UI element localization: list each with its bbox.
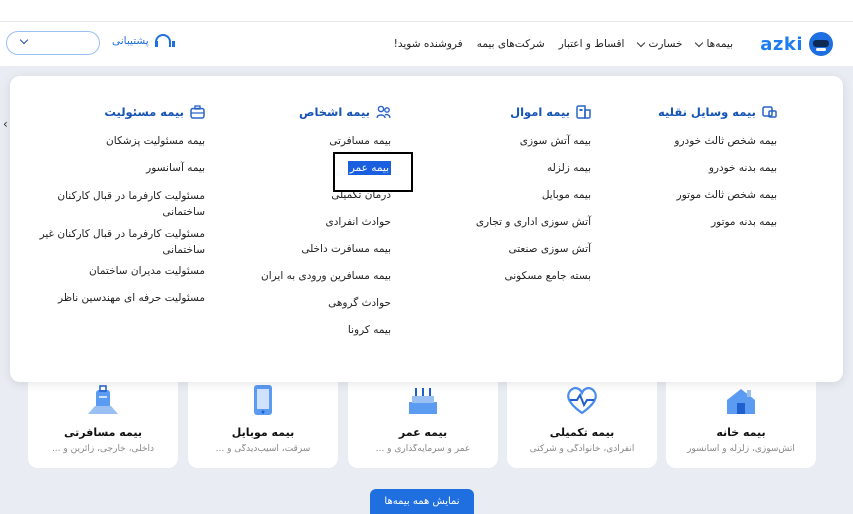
house-icon [727, 389, 755, 414]
menu-item[interactable]: آتش سوزی صنعتی [416, 242, 591, 256]
menu-item[interactable]: مسئولیت کارفرما در قبال کارکنان ساختمانی [35, 188, 205, 220]
cake-icon [409, 388, 437, 414]
nav-claims-label: خسارت [648, 38, 683, 50]
logo-text: azki [760, 33, 803, 55]
menu-column-vehicle: بیمه وسایل نقلیه بیمه شخص ثالث خودرو بیم… [607, 76, 777, 242]
menu-item[interactable]: بیمه مسئولیت پزشکان [35, 134, 205, 148]
nav-companies-label: شرکت‌های بیمه [476, 38, 545, 50]
vehicle-icon [762, 106, 777, 118]
menu-column-property: بیمه اموال بیمه آتش سوزی بیمه زلزله بیمه… [416, 76, 591, 296]
briefcase-icon [190, 105, 205, 119]
card-title: بیمه عمر [398, 426, 448, 439]
menu-item[interactable]: مسئولیت کارفرما در قبال کارکنان غیر ساخت… [35, 226, 205, 258]
headset-icon [154, 34, 175, 48]
menu-column-persons: بیمه اشخاص بیمه مسافرتی بیمه عمر درمان ت… [191, 76, 391, 350]
menu-column-title-text: بیمه مسئولیت [104, 105, 184, 119]
card-subtitle: داخلی، خارجی، زائرین و ... [51, 444, 155, 454]
menu-column-title[interactable]: بیمه اموال [416, 102, 591, 122]
card-title: بیمه مسافرتی [64, 426, 142, 439]
nav-installments[interactable]: اقساط و اعتبار [559, 38, 625, 50]
menu-item[interactable]: بیمه آسانسور [35, 161, 205, 175]
mobile-icon [254, 385, 272, 415]
nav-installments-label: اقساط و اعتبار [558, 38, 625, 50]
menu-column-title-text: بیمه اموال [510, 105, 570, 119]
nav-insurances[interactable]: بیمه‌ها [695, 38, 733, 50]
menu-item[interactable]: بیمه مسافرین ورودی به ایران [191, 269, 391, 283]
building-icon [576, 105, 591, 119]
card-subtitle: انفرادی، خانوادگی و شرکتی [529, 444, 635, 454]
main-nav: بیمه‌ها خسارت اقساط و اعتبار شرکت‌های بی… [394, 22, 733, 66]
nav-become-seller-label: فروشنده شوید! [393, 38, 463, 50]
menu-column-title[interactable]: بیمه مسئولیت [35, 102, 205, 122]
card-subtitle: سرقت، آسیب‌دیدگی و ... [215, 444, 311, 454]
menu-item[interactable]: مسئولیت حرفه ای مهندسین ناظر [35, 291, 205, 305]
chevron-down-icon [19, 35, 29, 45]
card-life[interactable]: بیمه عمر عمر و سرمایه‌گذاری و ... [348, 382, 498, 468]
show-all-button[interactable]: نمایش همه بیمه‌ها [370, 489, 474, 514]
menu-item[interactable]: بیمه مسافرتی [191, 134, 391, 148]
menu-column-liability: بیمه مسئولیت بیمه مسئولیت پزشکان بیمه آس… [35, 76, 205, 318]
menu-item[interactable]: بیمه موبایل [416, 188, 591, 202]
azki-logo[interactable]: azki [760, 31, 833, 57]
menu-item[interactable]: بیمه آتش سوزی [416, 134, 591, 148]
menu-column-title-text: بیمه وسایل نقلیه [657, 105, 756, 119]
suitcase-icon [88, 385, 118, 414]
menu-item[interactable]: آتش سوزی اداری و تجاری [416, 215, 591, 229]
card-subtitle: آتش‌سوزی، زلزله و آسانسور [687, 444, 795, 454]
menu-list: بیمه شخص ثالث خودرو بیمه بدنه خودرو بیمه… [607, 134, 777, 229]
menu-item[interactable]: بیمه زلزله [416, 161, 591, 175]
card-title: بیمه خانه [716, 426, 766, 439]
menu-list: بیمه مسئولیت پزشکان بیمه آسانسور مسئولیت… [35, 134, 205, 305]
card-title: بیمه تکمیلی [549, 426, 615, 439]
heart-pulse-icon [567, 387, 597, 415]
chevron-down-icon [695, 38, 704, 47]
nav-claims[interactable]: خسارت [637, 38, 683, 50]
menu-item[interactable]: مسئولیت مدیران ساختمان [35, 264, 205, 278]
menu-column-title-text: بیمه اشخاص [298, 105, 370, 119]
menu-column-title[interactable]: بیمه اشخاص [191, 102, 391, 122]
card-mobile[interactable]: بیمه موبایل سرقت، آسیب‌دیدگی و ... [188, 382, 338, 468]
menu-item[interactable]: بیمه کرونا [191, 323, 391, 337]
card-supplementary[interactable]: بیمه تکمیلی انفرادی، خانوادگی و شرکتی [507, 382, 657, 468]
selection-outline [333, 152, 413, 192]
card-travel[interactable]: بیمه مسافرتی داخلی، خارجی، زائرین و ... [28, 382, 178, 468]
menu-item[interactable]: حوادث انفرادی [191, 215, 392, 229]
menu-item[interactable]: بیمه مسافرت داخلی [191, 242, 391, 256]
insurance-cards: بیمه خانه آتش‌سوزی، زلزله و آسانسور بیمه… [28, 382, 818, 470]
nav-companies[interactable]: شرکت‌های بیمه [477, 38, 545, 50]
menu-column-title[interactable]: بیمه وسایل نقلیه [607, 102, 777, 122]
menu-item[interactable]: بیمه بدنه خودرو [607, 161, 777, 175]
insurance-mega-menu: بیمه وسایل نقلیه بیمه شخص ثالث خودرو بیم… [10, 76, 843, 382]
support-label: پشتیبانی [112, 35, 149, 47]
card-home[interactable]: بیمه خانه آتش‌سوزی، زلزله و آسانسور [666, 382, 816, 468]
card-subtitle: عمر و سرمایه‌گذاری و ... [375, 444, 471, 454]
menu-item[interactable]: بیمه شخص ثالث خودرو [607, 134, 777, 148]
menu-item[interactable]: بیمه شخص ثالث موتور [607, 188, 777, 202]
menu-item[interactable]: حوادث گروهی [191, 296, 391, 310]
chevron-down-icon [637, 38, 646, 47]
nav-become-seller[interactable]: فروشنده شوید! [394, 38, 463, 50]
mascot-icon [809, 32, 833, 56]
browser-top-strip [0, 0, 853, 22]
site-header: azki بیمه‌ها خسارت اقساط و اعتبار شرکت‌ه… [0, 22, 853, 66]
carousel-prev-icon[interactable]: ‹ [3, 117, 8, 131]
menu-item[interactable]: بسته جامع مسکونی [416, 269, 591, 283]
account-dropdown[interactable] [6, 31, 100, 55]
people-icon [376, 105, 391, 119]
menu-item[interactable]: بیمه بدنه موتور [607, 215, 777, 229]
support-link[interactable]: پشتیبانی [112, 34, 175, 48]
nav-insurances-label: بیمه‌ها [706, 38, 733, 50]
menu-list: بیمه آتش سوزی بیمه زلزله بیمه موبایل آتش… [416, 134, 591, 283]
card-title: بیمه موبایل [231, 426, 295, 439]
